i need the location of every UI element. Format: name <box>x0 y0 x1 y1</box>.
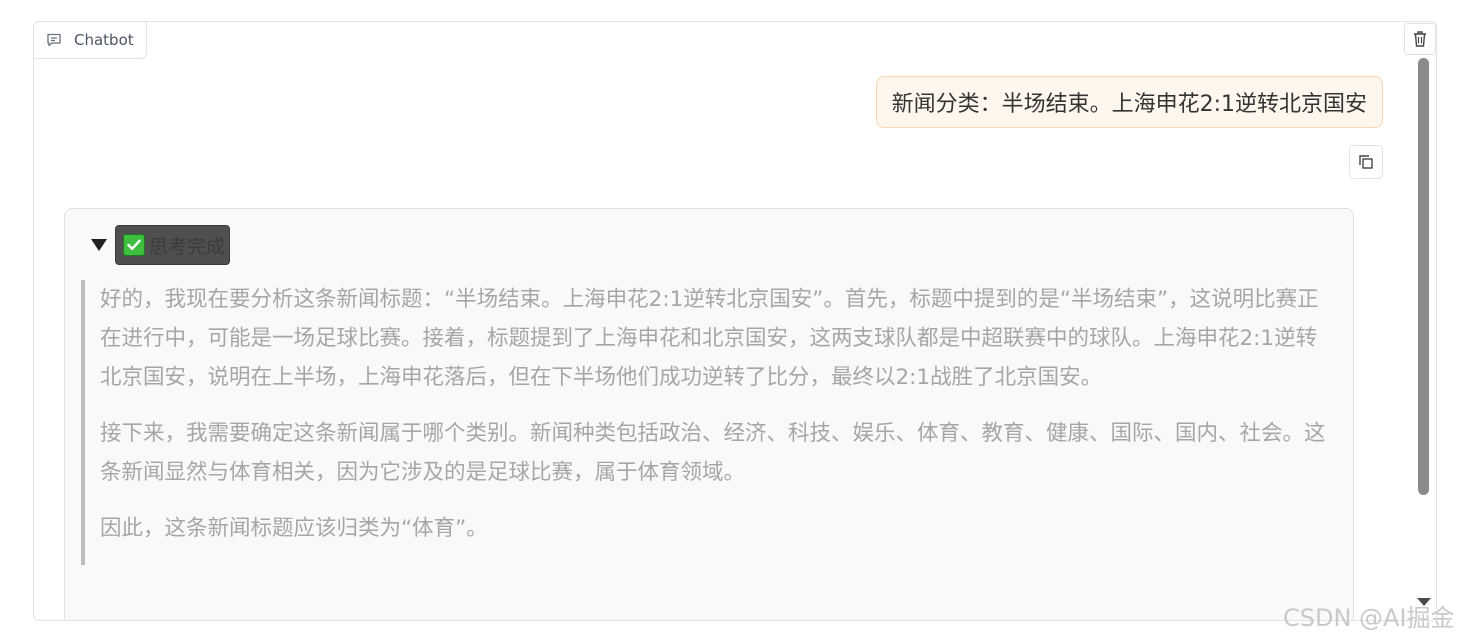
scrollbar-thumb[interactable] <box>1418 58 1429 495</box>
thinking-toggle[interactable]: 思考完成 <box>91 225 231 265</box>
collapse-triangle-icon[interactable] <box>91 239 107 251</box>
reasoning-paragraph: 接下来，我需要确定这条新闻属于哪个类别。新闻种类包括政治、经济、科技、娱乐、体育… <box>100 421 1326 485</box>
chatbot-panel: Chatbot 新闻分类：半场结束。上海申花2:1逆转北京国安 思考完成 好的，… <box>33 21 1437 621</box>
watermark: CSDN @AI掘金 <box>1283 604 1455 632</box>
thinking-status-badge: 思考完成 <box>115 225 231 265</box>
reasoning-blockquote: 好的，我现在要分析这条新闻标题：“半场结束。上海申花2:1逆转北京国安”。首先，… <box>81 280 1330 565</box>
chat-icon <box>47 33 61 47</box>
checkmark-icon <box>123 234 145 256</box>
reasoning-paragraph: 因此，这条新闻标题应该归类为“体育”。 <box>100 516 488 541</box>
copy-icon <box>1359 155 1373 169</box>
user-message-text: 新闻分类：半场结束。上海申花2:1逆转北京国安 <box>891 92 1367 117</box>
copy-button[interactable] <box>1349 145 1383 179</box>
clear-chat-button[interactable] <box>1404 23 1436 55</box>
chatbot-label: Chatbot <box>34 22 147 59</box>
bot-message: 思考完成 好的，我现在要分析这条新闻标题：“半场结束。上海申花2:1逆转北京国安… <box>64 208 1354 620</box>
trash-icon <box>1414 31 1426 47</box>
chatbot-label-text: Chatbot <box>74 31 134 49</box>
thinking-status-text: 思考完成 <box>149 235 226 258</box>
user-message: 新闻分类：半场结束。上海申花2:1逆转北京国安 <box>875 76 1383 128</box>
reasoning-paragraph: 好的，我现在要分析这条新闻标题：“半场结束。上海申花2:1逆转北京国安”。首先，… <box>100 287 1319 390</box>
